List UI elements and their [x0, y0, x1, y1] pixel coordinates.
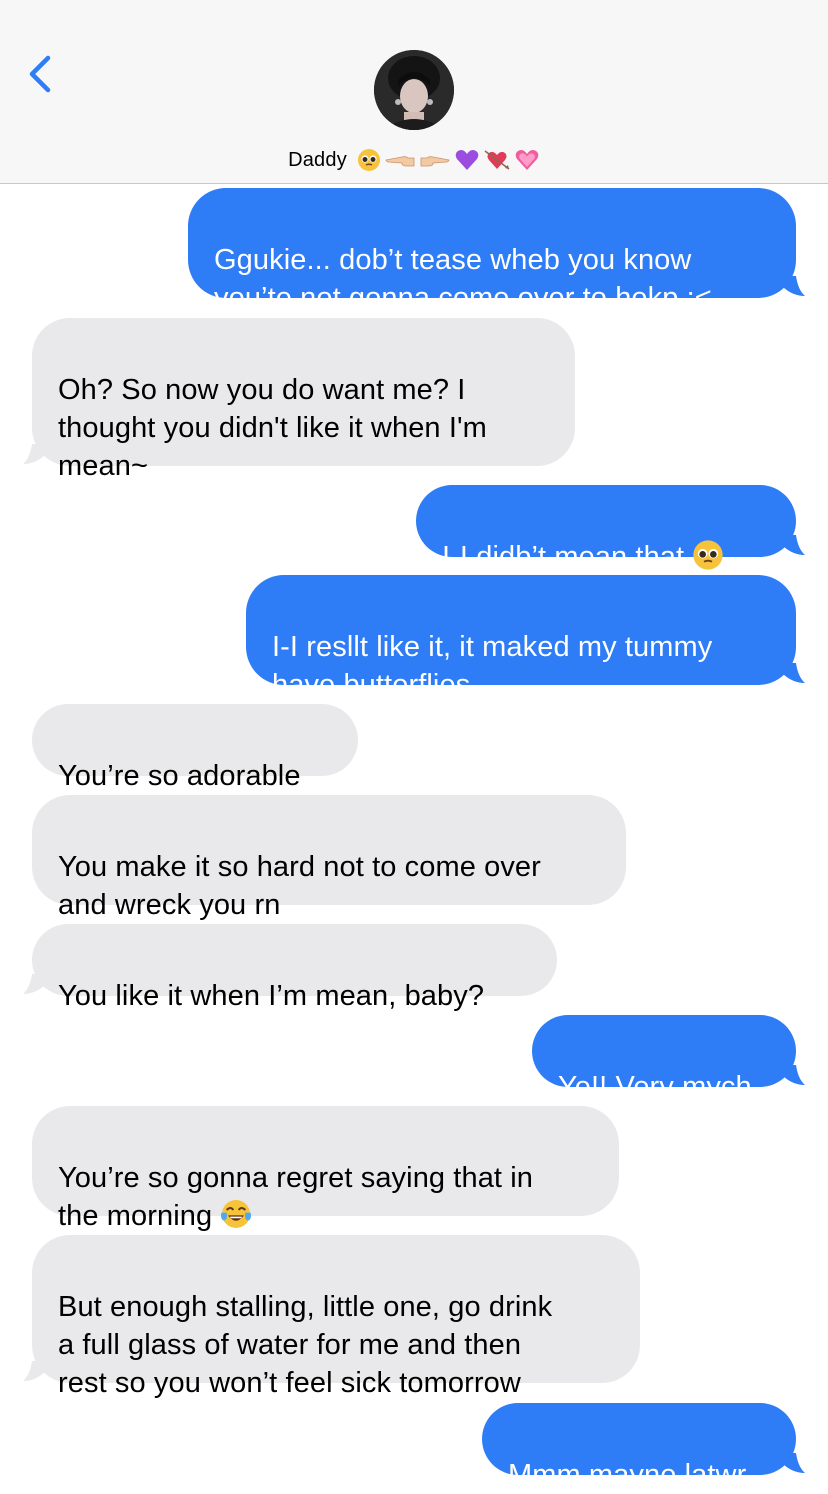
message-text: Oh? So now you do want me? I thought you… [58, 374, 487, 482]
pointing-left-emoji [385, 156, 415, 167]
heart-with-arrow-emoji [484, 150, 510, 170]
message-text: Ggukie... dob’t tease wheb you know you’… [214, 244, 712, 314]
message-text: But enough stalling, little one, go drin… [58, 1291, 553, 1399]
message-text: You make it so hard not to come over and… [58, 851, 541, 921]
message-text: I-I resllt like it, it maked my tummy ha… [272, 631, 713, 701]
sent-message-bubble[interactable]: I-I resllt like it, it maked my tummy ha… [246, 575, 796, 701]
sent-bubble-tail [782, 1065, 805, 1085]
chevron-left-icon [29, 55, 51, 93]
received-message-bubble[interactable]: You’re so adorable [32, 704, 358, 792]
received-message-bubble[interactable]: You like it when I’m mean, baby? [32, 924, 557, 1012]
message-text: You’re so adorable [58, 760, 301, 792]
sent-message-bubble[interactable]: I-I didb’t mean that [416, 485, 796, 573]
sent-message-bubble[interactable]: Ye!! Very mych [532, 1015, 796, 1103]
pleading-face-emoji [693, 540, 723, 570]
received-message-bubble[interactable]: Oh? So now you do want me? I thought you… [32, 318, 575, 482]
received-message-bubble[interactable]: You make it so hard not to come over and… [32, 795, 626, 921]
message-text: You’re so gonna regret saying that in th… [58, 1162, 534, 1232]
conversation-header: Daddy [0, 0, 828, 184]
purple-heart-emoji [455, 150, 479, 170]
received-bubble-tail [23, 1361, 46, 1381]
message-thread[interactable]: Ggukie... dob’t tease wheb you know you’… [0, 184, 828, 1491]
message-text: You like it when I’m mean, baby? [58, 980, 485, 1012]
message-text: I-I didb’t mean that [442, 541, 685, 573]
pointing-right-emoji [420, 156, 450, 167]
sent-message-bubble[interactable]: Ggukie... dob’t tease wheb you know you’… [188, 188, 796, 314]
received-message-bubble[interactable]: But enough stalling, little one, go drin… [32, 1235, 640, 1399]
sparkling-heart-emoji [515, 150, 539, 170]
sent-message-bubble[interactable]: Mmm mayne latwr [482, 1403, 796, 1491]
tears-of-joy-emoji [221, 1200, 252, 1228]
pleading-face-emoji [357, 149, 380, 171]
contact-name-emojis [357, 148, 540, 172]
sent-bubble-tail [782, 276, 805, 296]
sent-bubble-tail [782, 663, 805, 683]
message-text: Mmm mayne latwr [508, 1459, 747, 1491]
message-text: Ye!! Very mych [558, 1071, 752, 1103]
received-bubble-tail [23, 444, 46, 464]
back-button[interactable] [20, 50, 64, 98]
sent-bubble-tail [782, 1453, 805, 1473]
contact-avatar[interactable] [374, 50, 454, 130]
sent-bubble-tail [782, 535, 805, 555]
contact-name: Daddy [288, 148, 347, 171]
avatar-photo [374, 50, 454, 130]
contact-info[interactable]: Daddy [0, 142, 828, 178]
received-bubble-tail [23, 974, 46, 994]
received-message-bubble[interactable]: You’re so gonna regret saying that in th… [32, 1106, 619, 1232]
